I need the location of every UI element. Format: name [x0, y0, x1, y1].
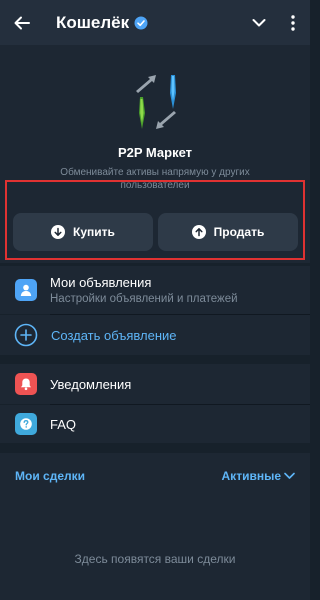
back-button[interactable]: [2, 0, 42, 45]
sell-button[interactable]: Продать: [158, 213, 298, 251]
more-vertical-icon: [291, 14, 295, 31]
my-ads-subtitle: Настройки объявлений и платежей: [50, 293, 238, 305]
user-icon: [15, 279, 37, 301]
deals-header: Мои сделки Активные: [0, 453, 310, 498]
verified-badge-icon: [134, 16, 148, 30]
notifications-label: Уведомления: [50, 376, 132, 392]
hero-title: P2P Маркет: [117, 145, 193, 160]
title-group: Кошелёк: [56, 13, 148, 33]
chevron-down-icon: [284, 472, 295, 479]
more-menu-button[interactable]: [276, 0, 310, 45]
my-ads-title: Мои объявления: [50, 275, 152, 290]
notifications-item[interactable]: Уведомления: [0, 364, 310, 404]
sell-label: Продать: [213, 225, 265, 239]
my-ads-item[interactable]: Мои объявления Настройки объявлений и пл…: [0, 266, 310, 314]
faq-item[interactable]: FAQ: [0, 405, 310, 443]
create-ad-label: Создать объявление: [51, 327, 177, 343]
question-icon: [15, 413, 37, 435]
header-dropdown-button[interactable]: [242, 0, 276, 45]
deals-empty-text: Здесь появятся ваши сделки: [74, 552, 236, 566]
deals-empty-state: Здесь появятся ваши сделки: [0, 498, 310, 600]
arrow-up-circle-icon: [191, 225, 206, 239]
page-title: Кошелёк: [56, 12, 130, 32]
buy-button[interactable]: Купить: [13, 213, 153, 251]
chevron-down-icon: [252, 18, 266, 26]
arrow-left-icon: [14, 16, 30, 29]
arrow-down-circle-icon: [51, 225, 66, 239]
deals-filter-label: Активные: [221, 468, 281, 483]
p2p-exchange-illustration: [136, 75, 176, 129]
deals-title: Мои сделки: [15, 468, 86, 483]
app-header: Кошелёк: [0, 0, 310, 45]
faq-label: FAQ: [50, 416, 77, 432]
bell-icon: [15, 373, 37, 395]
deals-filter-dropdown[interactable]: Активные: [222, 469, 295, 483]
plus-circle-icon: [14, 323, 38, 347]
create-ad-item[interactable]: Создать объявление: [0, 315, 310, 355]
buy-label: Купить: [73, 225, 115, 239]
